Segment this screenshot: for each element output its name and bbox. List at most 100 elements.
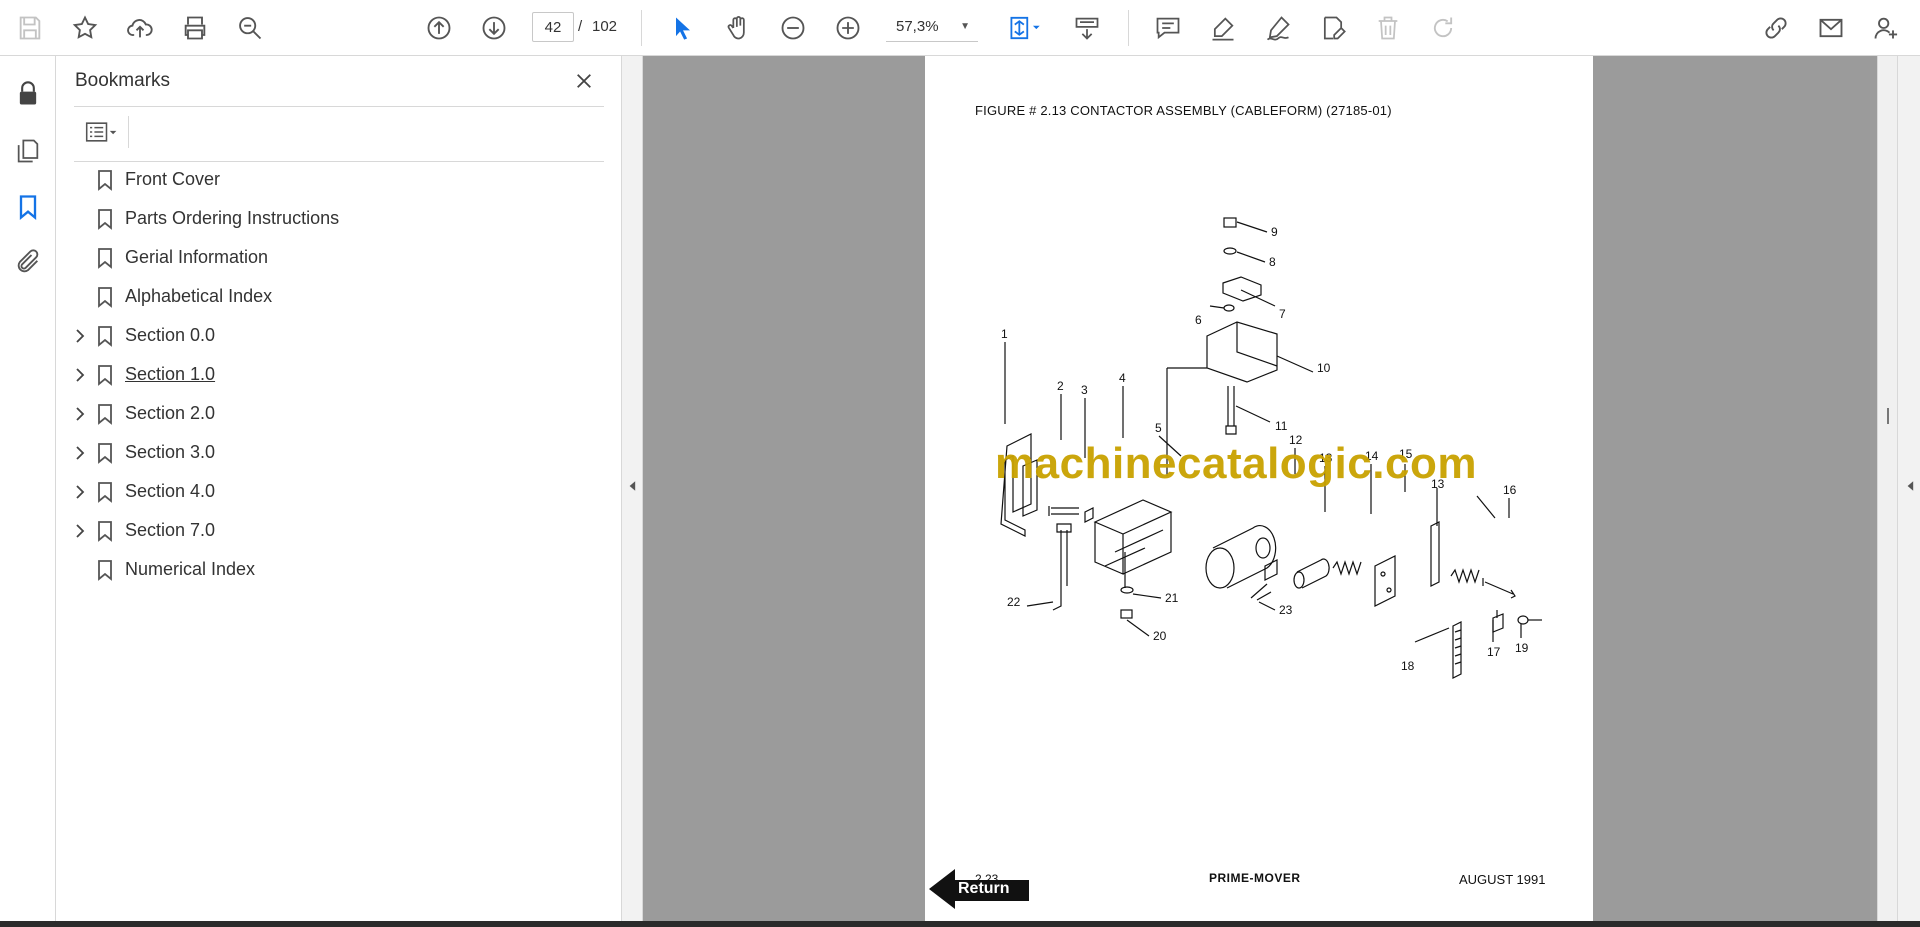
zoom-search-icon[interactable]: [230, 8, 270, 48]
chevron-right-icon[interactable]: [71, 366, 89, 384]
star-icon[interactable]: [65, 8, 105, 48]
bookmarks-icon[interactable]: [8, 187, 48, 227]
panel-divider: [74, 106, 604, 107]
toolbar-divider: [1128, 10, 1129, 46]
bookmark-flag-icon: [98, 287, 112, 308]
callout-label: 1: [1001, 327, 1008, 341]
add-user-icon[interactable]: [1866, 8, 1906, 48]
pages-thumbnails-icon[interactable]: [8, 131, 48, 171]
panel-splitter[interactable]: [621, 56, 643, 921]
bookmark-flag-icon: [98, 404, 112, 425]
chevron-right-icon[interactable]: [71, 327, 89, 345]
print-icon[interactable]: [175, 8, 215, 48]
collapse-panel-icon[interactable]: [628, 480, 636, 492]
bookmark-label: Section 2.0: [125, 403, 216, 423]
pdf-page: FIGURE # 2.13 CONTACTOR ASSEMBLY (CABLEF…: [925, 56, 1593, 921]
chevron-down-icon: ▼: [960, 21, 970, 32]
bookmark-flag-icon: [98, 170, 112, 191]
toolbar-divider: [641, 10, 642, 46]
callout-label: 23: [1279, 603, 1293, 617]
highlight-pen-icon[interactable]: [1203, 8, 1243, 48]
bookmark-item[interactable]: Alphabetical Index: [56, 278, 621, 317]
bookmark-item[interactable]: Section 0.0: [56, 317, 621, 356]
chevron-right-icon[interactable]: [71, 444, 89, 462]
zoom-in-icon[interactable]: [828, 8, 868, 48]
hand-tool-icon[interactable]: [718, 8, 758, 48]
redo-icon[interactable]: [1423, 8, 1463, 48]
callout-label: 20: [1153, 629, 1167, 643]
options-divider: [128, 116, 129, 148]
bookmark-item[interactable]: Section 4.0: [56, 473, 621, 512]
bookmark-item[interactable]: Parts Ordering Instructions: [56, 200, 621, 239]
callout-label: 11: [1275, 419, 1288, 433]
chevron-right-icon[interactable]: [71, 522, 89, 540]
bookmark-label: Front Cover: [125, 169, 221, 189]
share-link-icon[interactable]: [1756, 8, 1796, 48]
list-options-icon: [85, 122, 117, 142]
bookmark-flag-icon: [98, 209, 112, 230]
taskbar-strip: [0, 921, 1920, 927]
callout-label: 18: [1401, 659, 1415, 673]
attachments-paperclip-icon[interactable]: [8, 242, 48, 282]
brand-logo: PRIME-MOVER: [1209, 871, 1301, 885]
callout-label: 6: [1195, 313, 1202, 327]
save-icon[interactable]: [10, 8, 50, 48]
expand-right-pane-icon[interactable]: [1906, 480, 1914, 492]
bookmark-flag-icon: [98, 560, 112, 581]
bookmark-item[interactable]: Gerial Information: [56, 239, 621, 278]
callout-label: 7: [1279, 307, 1286, 321]
bookmark-label: Parts Ordering Instructions: [125, 208, 340, 228]
callout-label: 9: [1271, 225, 1278, 239]
next-page-icon[interactable]: [474, 8, 514, 48]
right-pane-toggle[interactable]: [1897, 56, 1920, 921]
bookmark-label: Section 4.0: [125, 481, 216, 501]
bookmark-flag-icon: [98, 365, 112, 386]
delete-icon[interactable]: [1368, 8, 1408, 48]
bookmark-item[interactable]: Section 7.0: [56, 512, 621, 551]
document-date: AUGUST 1991: [1459, 872, 1546, 887]
chevron-right-icon[interactable]: [71, 483, 89, 501]
bookmark-flag-icon: [98, 482, 112, 503]
bookmarks-panel: Bookmarks Front Cover Parts Ordering Ins…: [56, 56, 621, 921]
callout-label: 5: [1155, 421, 1162, 435]
return-label[interactable]: Return: [958, 880, 1010, 898]
figure-title: FIGURE # 2.13 CONTACTOR ASSEMBLY (CABLEF…: [975, 103, 1392, 118]
page-fit-icon[interactable]: [1000, 8, 1050, 48]
zoom-out-icon[interactable]: [773, 8, 813, 48]
bookmark-options-button[interactable]: [74, 116, 128, 148]
email-icon[interactable]: [1811, 8, 1851, 48]
bookmark-label: Section 1.0: [125, 364, 216, 384]
callout-label: 17: [1487, 645, 1501, 659]
lock-icon[interactable]: [8, 74, 48, 114]
callout-label: 10: [1317, 361, 1331, 375]
document-viewer[interactable]: FIGURE # 2.13 CONTACTOR ASSEMBLY (CABLEF…: [643, 56, 1877, 921]
bookmark-label: Section 7.0: [125, 520, 216, 540]
bookmark-item[interactable]: Front Cover: [56, 161, 621, 200]
close-panel-button[interactable]: [570, 67, 598, 95]
cloud-upload-icon[interactable]: [120, 8, 160, 48]
select-cursor-icon[interactable]: [663, 8, 703, 48]
comment-icon[interactable]: [1148, 8, 1188, 48]
scroll-mode-icon[interactable]: [1067, 8, 1107, 48]
navigation-rail: [0, 56, 56, 921]
bookmark-item[interactable]: Section 2.0: [56, 395, 621, 434]
draw-signature-icon[interactable]: [1258, 8, 1298, 48]
bookmark-label: Alphabetical Index: [125, 286, 273, 306]
panel-title: Bookmarks: [75, 70, 171, 91]
watermark-text: machinecatalogic.com: [995, 439, 1477, 488]
chevron-right-icon[interactable]: [71, 405, 89, 423]
page-separator: /: [578, 18, 583, 35]
page-number-input[interactable]: 42: [532, 12, 574, 42]
bookmark-item[interactable]: Section 1.0: [56, 356, 621, 395]
bookmark-item[interactable]: Section 3.0: [56, 434, 621, 473]
zoom-level-value: 57,3%: [896, 18, 939, 35]
previous-page-icon[interactable]: [419, 8, 459, 48]
bookmark-label: Section 3.0: [125, 442, 216, 462]
main-toolbar: 42 / 102 57,3% ▼: [0, 0, 1920, 56]
edit-document-icon[interactable]: [1313, 8, 1353, 48]
zoom-level-select[interactable]: 57,3% ▼: [886, 12, 978, 42]
vertical-scrollbar[interactable]: [1877, 56, 1897, 921]
scrollbar-thumb[interactable]: [1882, 406, 1894, 426]
callout-label: 2: [1057, 379, 1064, 393]
bookmark-item[interactable]: Numerical Index: [56, 551, 621, 590]
